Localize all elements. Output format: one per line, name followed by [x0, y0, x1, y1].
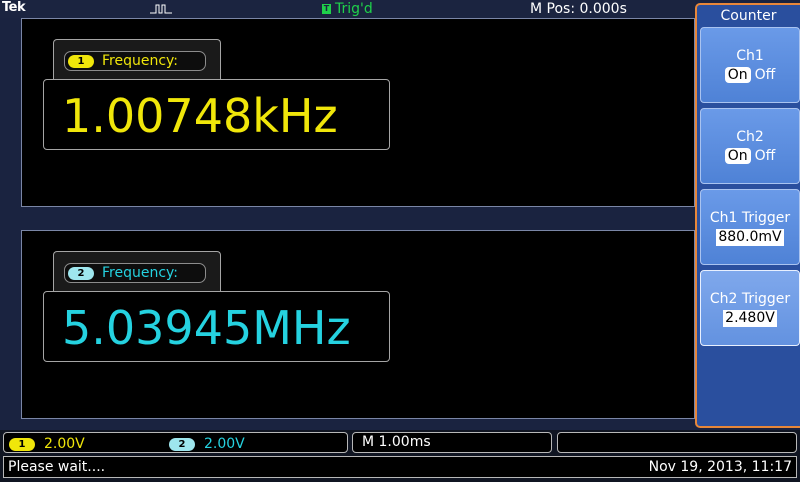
measurement-tab-ch2: 2 Frequency: [53, 251, 221, 291]
measurement-label: Frequency: [102, 53, 179, 69]
ch1-scale-value: 2.00V [44, 436, 85, 452]
ch1-badge: 1 [68, 54, 94, 68]
button-label: Ch1 Trigger [709, 210, 791, 226]
ch2-scale-value: 2.00V [204, 436, 245, 452]
button-label: Ch2 [736, 129, 764, 145]
on-option: On [724, 67, 751, 83]
ch2-trigger-button[interactable]: Ch2 Trigger 2.480V [700, 270, 800, 346]
on-option: On [724, 148, 751, 164]
channel-scale-readout[interactable]: 1 2.00V 2 2.00V [3, 432, 348, 453]
ch2-toggle-button[interactable]: Ch2 On Off [700, 108, 800, 184]
measurement-tab-ch1: 1 Frequency: [53, 39, 221, 79]
on-off-toggle: On Off [701, 67, 799, 83]
date-time: Nov 19, 2013, 11:17 [648, 459, 792, 475]
ch2-badge: 2 [68, 266, 94, 280]
measurement-panel-ch2: 2 Frequency: 5.03945MHz [21, 230, 695, 419]
measurement-panel-ch1: 1 Frequency: 1.00748kHz [21, 18, 695, 207]
button-label: Ch2 Trigger [709, 291, 791, 307]
off-option: Off [754, 148, 776, 164]
status-message: Please wait.... [8, 459, 106, 475]
counter-side-menu: Counter Ch1 On Off Ch2 On Off Ch1 Trigger … [695, 3, 800, 428]
frequency-readout-ch1: 1.00748kHz [43, 79, 390, 150]
timebase-readout[interactable]: M 1.00ms [352, 432, 552, 453]
on-off-toggle: On Off [701, 148, 799, 164]
ch2-scale: 2 2.00V [169, 435, 245, 454]
status-bar: Please wait.... Nov 19, 2013, 11:17 [3, 456, 797, 478]
ch2-trigger-value: 2.480V [723, 310, 777, 327]
trigger-status-text: Trig'd [335, 1, 373, 17]
measurement-label: Frequency: [102, 265, 179, 281]
horizontal-position: M Pos: 0.000s [530, 1, 627, 17]
pulse-icon [150, 4, 172, 14]
ch1-toggle-button[interactable]: Ch1 On Off [700, 27, 800, 103]
ch1-trigger-button[interactable]: Ch1 Trigger 880.0mV [700, 189, 800, 265]
trigger-readout[interactable] [557, 432, 797, 453]
ch2-badge: 2 [169, 438, 195, 451]
ch1-scale: 1 2.00V [9, 435, 85, 454]
brand-logo: Tek [2, 0, 26, 15]
menu-title: Counter [720, 8, 777, 24]
measurement-label-pill: 1 Frequency: [64, 51, 206, 71]
top-status-bar: Tek T Trig'd M Pos: 0.000s [0, 0, 695, 18]
frequency-readout-ch2: 5.03945MHz [43, 291, 390, 362]
trigger-badge: T [322, 4, 331, 14]
ch1-badge: 1 [9, 438, 35, 451]
trigger-status: T Trig'd [322, 0, 373, 18]
ch1-trigger-value: 880.0mV [716, 229, 784, 246]
frequency-value-ch2: 5.03945MHz [62, 301, 351, 355]
off-option: Off [754, 67, 776, 83]
measurement-label-pill: 2 Frequency: [64, 263, 206, 283]
frequency-value-ch1: 1.00748kHz [62, 89, 338, 143]
button-label: Ch1 [736, 48, 764, 64]
